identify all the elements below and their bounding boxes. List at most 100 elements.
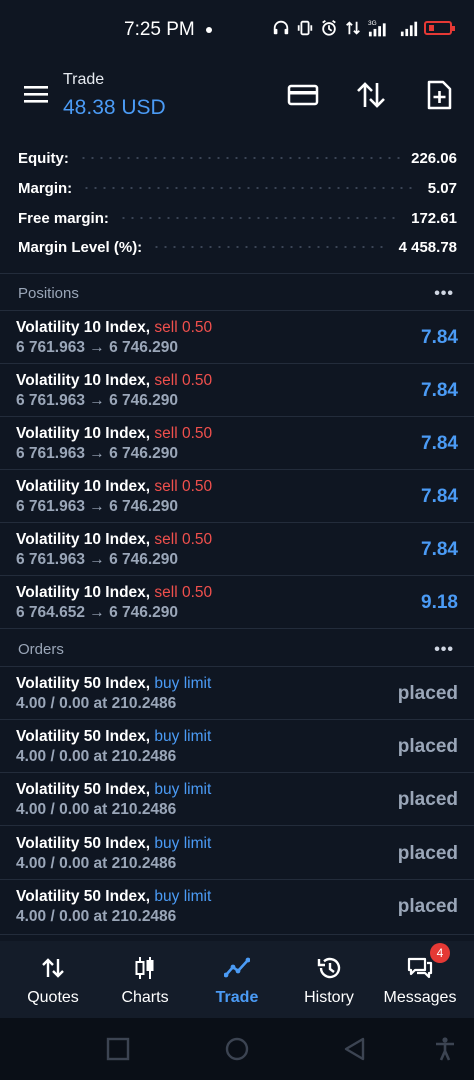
- summary-row-free-margin: Free margin: 172.61: [18, 204, 457, 232]
- summary-value: 5.07: [427, 179, 457, 197]
- data-transfer-icon: [346, 21, 360, 35]
- summary-row-margin-level: Margin Level (%): 4 458.78: [18, 233, 457, 261]
- order-details: 4.00 / 0.00 at 210.2486: [16, 801, 177, 818]
- position-row[interactable]: Volatility 10 Index, sell 0.50 6 761.963…: [0, 364, 474, 417]
- order-symbol: Volatility 50 Index,: [16, 781, 151, 798]
- order-state: placed: [397, 896, 458, 917]
- tab-label: Quotes: [27, 989, 79, 1006]
- order-action: buy limit: [154, 835, 212, 852]
- status-bar: 7:25 PM 3G: [0, 0, 474, 58]
- home-icon[interactable]: [224, 1036, 250, 1062]
- charts-icon: [135, 957, 154, 979]
- tab-label: Trade: [215, 989, 259, 1006]
- position-row[interactable]: Volatility 10 Index, sell 0.50 6 761.963…: [0, 523, 474, 576]
- order-state: placed: [397, 736, 458, 757]
- new-order-icon[interactable]: [423, 79, 455, 111]
- position-profit: 9.18: [421, 592, 458, 613]
- order-action: buy limit: [154, 728, 212, 745]
- summary-value: 226.06: [411, 149, 457, 167]
- history-icon: [317, 957, 341, 979]
- position-action: sell 0.50: [154, 478, 213, 495]
- tab-quotes[interactable]: Quotes: [7, 941, 99, 1018]
- position-action: sell 0.50: [154, 531, 213, 548]
- tab-charts[interactable]: Charts: [99, 941, 191, 1018]
- bottom-tab-bar: Quotes Charts Trade History 4 Messages: [0, 941, 474, 1018]
- position-profit: 7.84: [421, 433, 458, 454]
- account-summary: Equity: 226.06 Margin: 5.07 Free margin:…: [0, 118, 474, 274]
- orders-more-icon[interactable]: •••: [434, 641, 454, 659]
- deposit-card-icon[interactable]: [287, 79, 319, 111]
- tab-history[interactable]: History: [283, 941, 375, 1018]
- position-prices: 6 761.963 → 6 746.290: [16, 551, 179, 568]
- orders-header: Orders •••: [0, 631, 474, 667]
- battery-low-icon: [424, 21, 455, 35]
- sort-icon[interactable]: [355, 79, 387, 111]
- position-symbol: Volatility 10 Index,: [16, 425, 151, 442]
- position-action: sell 0.50: [154, 319, 213, 336]
- menu-icon[interactable]: [24, 84, 48, 104]
- order-symbol: Volatility 50 Index,: [16, 888, 151, 905]
- order-details: 4.00 / 0.00 at 210.2486: [16, 908, 177, 925]
- position-row[interactable]: Volatility 10 Index, sell 0.50 6 764.652…: [0, 576, 474, 629]
- status-time: 7:25 PM: [124, 19, 195, 40]
- position-symbol: Volatility 10 Index,: [16, 531, 151, 548]
- position-row[interactable]: Volatility 10 Index, sell 0.50 6 761.963…: [0, 311, 474, 364]
- position-prices: 6 761.963 → 6 746.290: [16, 339, 179, 356]
- trade-icon: [224, 957, 250, 978]
- signal-icon: [400, 21, 418, 37]
- dotted-leader: [118, 217, 402, 219]
- position-symbol: Volatility 10 Index,: [16, 319, 151, 336]
- position-action: sell 0.50: [154, 584, 213, 601]
- order-row[interactable]: Volatility 50 Index, buy limit 4.00 / 0.…: [0, 880, 474, 935]
- positions-header: Positions •••: [0, 275, 474, 311]
- position-prices: 6 761.963 → 6 746.290: [16, 498, 179, 515]
- order-state: placed: [397, 789, 458, 810]
- order-row[interactable]: Volatility 50 Index, buy limit 4.00 / 0.…: [0, 827, 474, 880]
- positions-more-icon[interactable]: •••: [434, 285, 454, 303]
- position-profit: 7.84: [421, 539, 458, 560]
- position-action: sell 0.50: [154, 425, 213, 442]
- recents-icon[interactable]: [105, 1036, 131, 1062]
- page-title: Trade: [63, 71, 105, 88]
- signal-3g-icon: 3G: [368, 20, 386, 37]
- tab-label: Messages: [383, 989, 457, 1006]
- position-profit: 7.84: [421, 486, 458, 507]
- order-row[interactable]: Volatility 50 Index, buy limit 4.00 / 0.…: [0, 720, 474, 773]
- position-row[interactable]: Volatility 10 Index, sell 0.50 6 761.963…: [0, 417, 474, 470]
- dotted-leader: [82, 187, 418, 189]
- order-state: placed: [397, 683, 458, 704]
- position-profit: 7.84: [421, 327, 458, 348]
- notification-dot: [206, 27, 212, 33]
- summary-value: 4 458.78: [398, 238, 457, 256]
- network-label: 3G: [368, 20, 377, 27]
- position-prices: 6 761.963 → 6 746.290: [16, 392, 179, 409]
- summary-label: Margin:: [18, 179, 73, 197]
- tab-label: History: [304, 989, 354, 1006]
- alarm-icon: [322, 20, 336, 36]
- orders-title: Orders: [18, 641, 64, 658]
- back-icon[interactable]: [342, 1036, 368, 1062]
- tab-label: Charts: [121, 989, 169, 1006]
- order-symbol: Volatility 50 Index,: [16, 728, 151, 745]
- order-symbol: Volatility 50 Index,: [16, 835, 151, 852]
- positions-title: Positions: [18, 285, 79, 302]
- position-profit: 7.84: [421, 380, 458, 401]
- order-details: 4.00 / 0.00 at 210.2486: [16, 855, 177, 872]
- order-action: buy limit: [154, 781, 212, 798]
- order-row[interactable]: Volatility 50 Index, buy limit 4.00 / 0.…: [0, 773, 474, 826]
- summary-row-margin: Margin: 5.07: [18, 174, 457, 202]
- position-row[interactable]: Volatility 10 Index, sell 0.50 6 761.963…: [0, 470, 474, 523]
- accessibility-icon[interactable]: [432, 1036, 458, 1062]
- tab-messages[interactable]: 4 Messages: [374, 941, 466, 1018]
- position-prices: 6 761.963 → 6 746.290: [16, 445, 179, 462]
- divider: [0, 273, 474, 274]
- position-symbol: Volatility 10 Index,: [16, 372, 151, 389]
- order-state: placed: [397, 843, 458, 864]
- order-details: 4.00 / 0.00 at 210.2486: [16, 748, 177, 765]
- dotted-leader: [152, 246, 389, 248]
- status-icons: 3G: [272, 18, 455, 38]
- tab-trade[interactable]: Trade: [191, 941, 283, 1018]
- order-symbol: Volatility 50 Index,: [16, 675, 151, 692]
- position-symbol: Volatility 10 Index,: [16, 584, 151, 601]
- order-row[interactable]: Volatility 50 Index, buy limit 4.00 / 0.…: [0, 667, 474, 720]
